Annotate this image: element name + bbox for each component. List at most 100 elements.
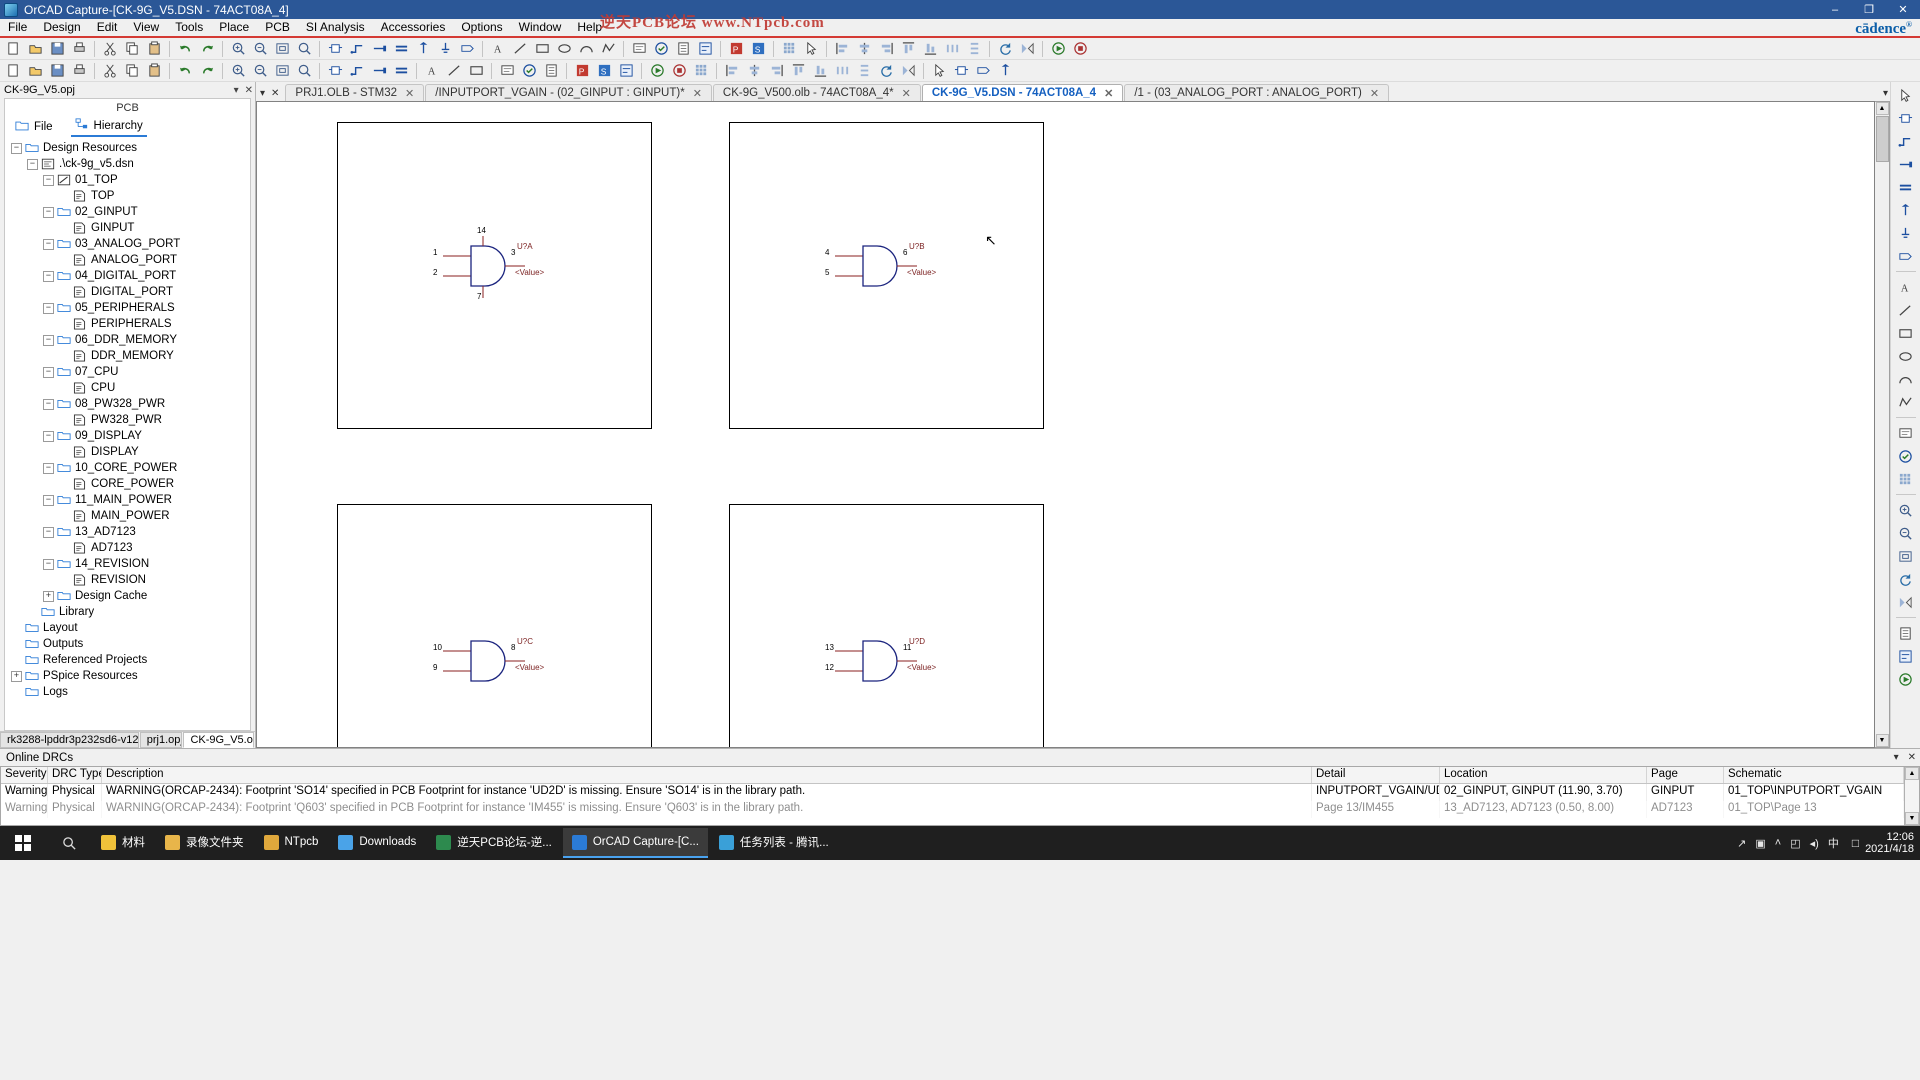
dist-v-icon[interactable] (963, 39, 985, 59)
tree-collapse-icon[interactable]: − (43, 302, 54, 314)
dist-v-icon[interactable] (853, 61, 875, 81)
zoomout-icon[interactable] (249, 39, 271, 59)
tree-collapse-icon[interactable]: − (43, 334, 54, 346)
tree-item-ddr-memory[interactable]: DDR_MEMORY (5, 348, 250, 364)
tree-item-design-resources[interactable]: − Design Resources (5, 140, 250, 156)
pane-menu-button[interactable]: ▾ (234, 85, 239, 96)
align-t-icon[interactable] (897, 39, 919, 59)
tree-collapse-icon[interactable]: − (43, 238, 54, 250)
undo-icon[interactable] (174, 39, 196, 59)
document-tab[interactable]: CK-9G_V5.DSN - 74ACT08A_4 ✕ (921, 84, 1124, 101)
start-button[interactable] (0, 826, 46, 860)
annot-icon[interactable] (496, 61, 518, 81)
net-icon[interactable] (368, 61, 390, 81)
drc-column-header[interactable]: Severity (1, 767, 48, 783)
redo-icon[interactable] (196, 39, 218, 59)
wire-icon[interactable] (346, 39, 368, 59)
menu-item-tools[interactable]: Tools (167, 18, 211, 37)
save-icon[interactable] (46, 61, 68, 81)
tree-item-06-ddr-memory[interactable]: − 06_DDR_MEMORY (5, 332, 250, 348)
copy-icon[interactable] (121, 61, 143, 81)
tree-collapse-icon[interactable]: − (43, 526, 54, 538)
play-icon[interactable] (646, 61, 668, 81)
port-icon[interactable] (456, 39, 478, 59)
tree-collapse-icon[interactable]: − (43, 430, 54, 442)
drc-column-header[interactable]: Location (1440, 767, 1647, 783)
and-gate-symbol[interactable] (413, 234, 583, 304)
tree-item-display[interactable]: DISPLAY (5, 444, 250, 460)
tree-collapse-icon[interactable]: − (11, 142, 22, 154)
and-gate-symbol[interactable] (805, 234, 975, 304)
select-icon[interactable] (800, 39, 822, 59)
ellipse-tool-icon[interactable] (1894, 345, 1918, 367)
project-view-tab-file[interactable]: File (11, 118, 57, 136)
document-tab-close-icon[interactable]: ✕ (902, 87, 911, 100)
canvas-vertical-scrollbar[interactable]: ▲ ▼ (1875, 101, 1890, 748)
text-icon[interactable]: A (421, 61, 443, 81)
wire-icon[interactable] (346, 61, 368, 81)
taskbar-search-button[interactable] (46, 826, 92, 860)
menu-item-window[interactable]: Window (511, 18, 570, 37)
document-tab-close-icon[interactable]: ✕ (1370, 87, 1379, 100)
document-tab[interactable]: PRJ1.OLB - STM32 ✕ (285, 84, 425, 101)
tab-close-active-icon[interactable]: ✕ (271, 88, 279, 99)
zoomfit-icon[interactable] (271, 39, 293, 59)
text-tool-icon[interactable]: A (1894, 276, 1918, 298)
align-r-icon[interactable] (875, 39, 897, 59)
menu-item-place[interactable]: Place (211, 18, 257, 37)
drc-row[interactable]: Warning Physical WARNING(ORCAP-2434): Foot… (1, 784, 1904, 801)
drc-scroll-track[interactable] (1905, 780, 1919, 812)
tree-item-pspice-resources[interactable]: + PSpice Resources (5, 668, 250, 684)
project-view-tab-hierarchy[interactable]: Hierarchy (70, 116, 147, 137)
rect-icon[interactable] (465, 61, 487, 81)
tree-item-03-analog-port[interactable]: − 03_ANALOG_PORT (5, 236, 250, 252)
tree-collapse-icon[interactable]: − (43, 366, 54, 378)
stop-icon[interactable] (1069, 39, 1091, 59)
zoomfit-tool-icon[interactable] (1894, 545, 1918, 567)
drc-column-header[interactable]: Detail (1312, 767, 1440, 783)
tree-item-top[interactable]: TOP (5, 188, 250, 204)
cut-icon[interactable] (99, 39, 121, 59)
pane-close-button[interactable]: ✕ (245, 85, 253, 96)
port-tool-icon[interactable] (1894, 245, 1918, 267)
drc-scroll-down-icon[interactable]: ▼ (1905, 812, 1919, 825)
rect-icon[interactable] (531, 39, 553, 59)
stop-icon[interactable] (668, 61, 690, 81)
menu-item-pcb[interactable]: PCB (257, 18, 298, 37)
document-tab[interactable]: CK-9G_V500.olb - 74ACT08A_4* ✕ (712, 84, 921, 101)
align-l-icon[interactable] (831, 39, 853, 59)
part-tool-icon[interactable] (1894, 107, 1918, 129)
tree-item-09-display[interactable]: − 09_DISPLAY (5, 428, 250, 444)
tree-item-ad7123[interactable]: AD7123 (5, 540, 250, 556)
tree-item-07-cpu[interactable]: − 07_CPU (5, 364, 250, 380)
scroll-up-arrow-icon[interactable]: ▲ (1875, 102, 1889, 115)
mirror-icon[interactable] (897, 61, 919, 81)
schematic-canvas[interactable]: 1 2 3 14 7 U?A <Value> 4 5 6 U?B <Value> 10 9 8 U?C <Val… (256, 101, 1875, 748)
cut-icon[interactable] (99, 61, 121, 81)
tree-collapse-icon[interactable]: − (43, 206, 54, 218)
tray-monitor-icon[interactable]: ▣ (1755, 837, 1765, 850)
wire-tool-icon[interactable] (1894, 130, 1918, 152)
tree-item-analog-port[interactable]: ANALOG_PORT (5, 252, 250, 268)
tree-item-peripherals[interactable]: PERIPHERALS (5, 316, 250, 332)
rotate-tool-icon[interactable] (1894, 568, 1918, 590)
port-icon[interactable] (972, 61, 994, 81)
tray-volume-icon[interactable]: ◂) (1810, 837, 1819, 850)
document-tab-close-icon[interactable]: ✕ (1104, 87, 1113, 100)
bus-icon[interactable] (390, 61, 412, 81)
and-gate-symbol[interactable] (413, 629, 583, 699)
net-icon[interactable] (368, 39, 390, 59)
open-icon[interactable] (24, 61, 46, 81)
zoomin-tool-icon[interactable] (1894, 499, 1918, 521)
select-icon[interactable] (928, 61, 950, 81)
tree-item-core-power[interactable]: CORE_POWER (5, 476, 250, 492)
mirror-icon[interactable] (1016, 39, 1038, 59)
gnd-tool-icon[interactable] (1894, 222, 1918, 244)
print-icon[interactable] (68, 39, 90, 59)
taskbar-item[interactable]: 任务列表 - 腾讯... (710, 828, 838, 858)
dist-h-icon[interactable] (831, 61, 853, 81)
tree-item-ginput[interactable]: GINPUT (5, 220, 250, 236)
document-tab-close-icon[interactable]: ✕ (405, 87, 414, 100)
undo-icon[interactable] (174, 61, 196, 81)
drc-column-header[interactable]: Page (1647, 767, 1724, 783)
